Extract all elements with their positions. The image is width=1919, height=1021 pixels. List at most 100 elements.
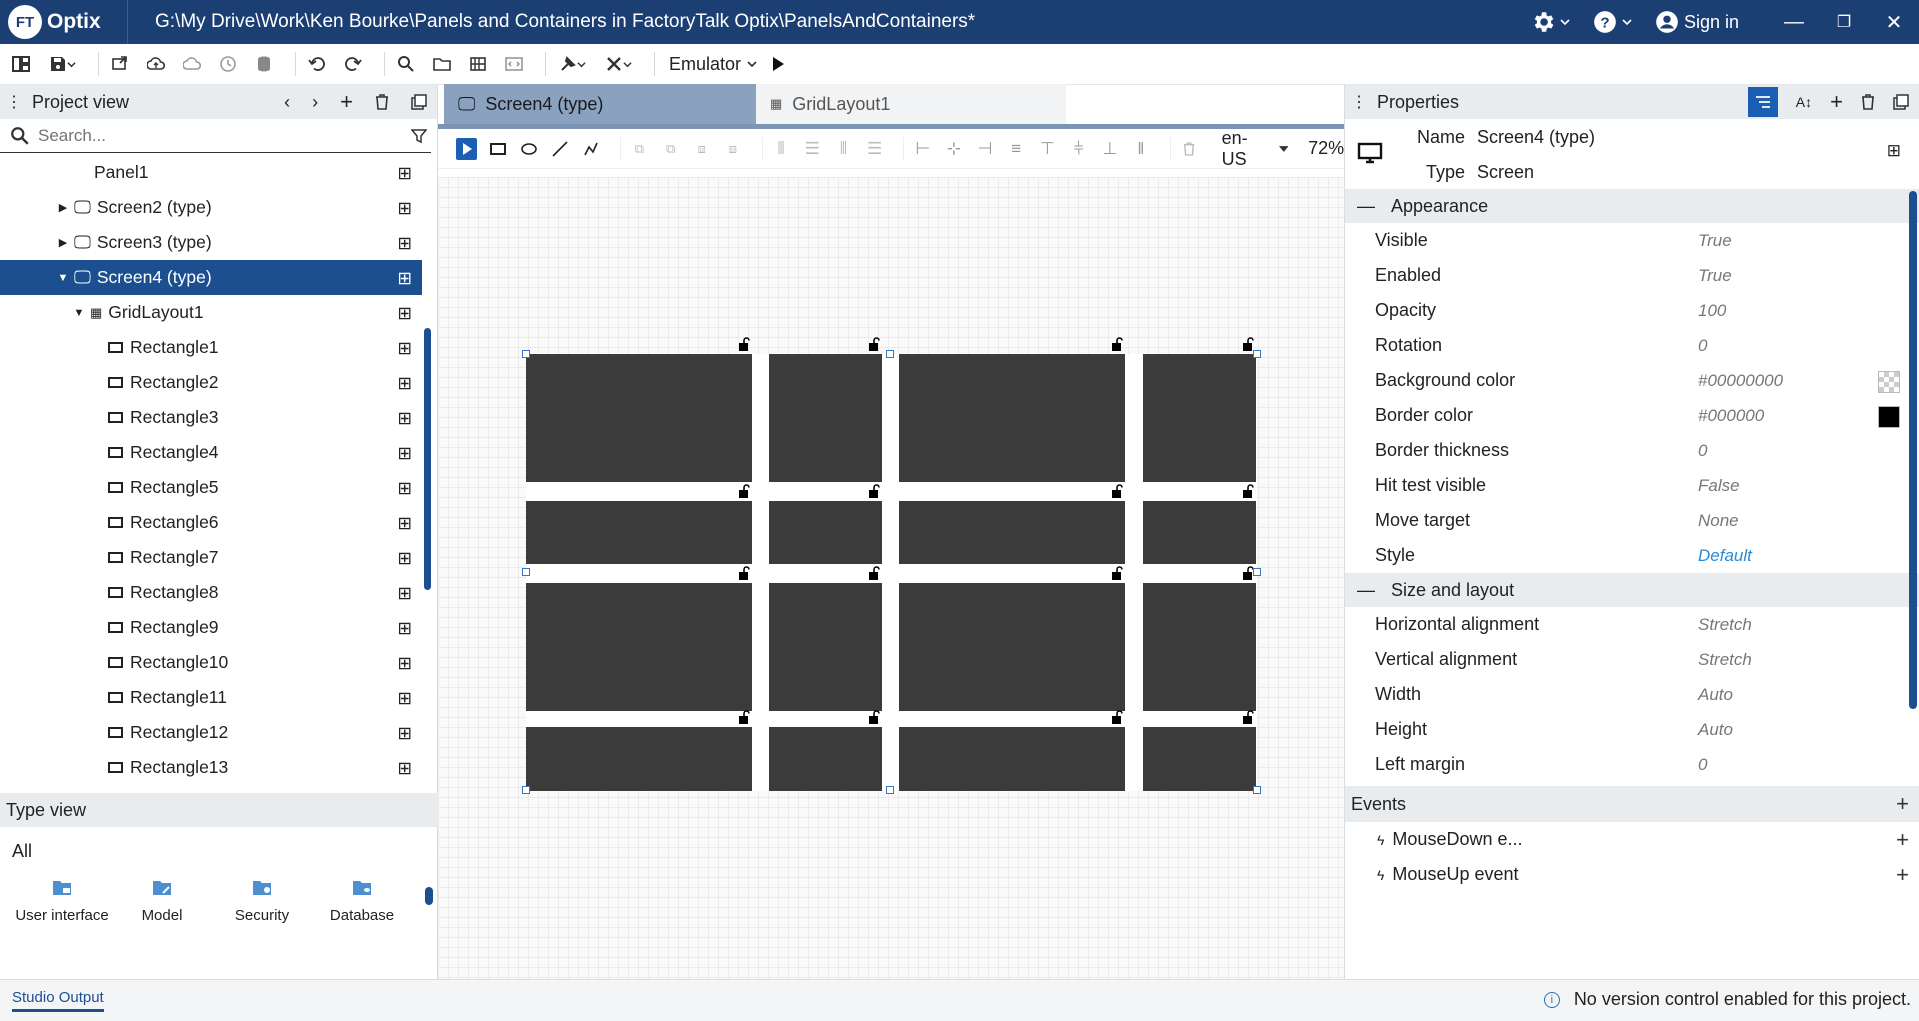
prop-left-margin[interactable]: Left margin 0: [1345, 747, 1919, 782]
categorized-view-button[interactable]: [1747, 87, 1778, 117]
properties-scrollbar[interactable]: [1909, 191, 1917, 709]
filter-icon[interactable]: [411, 128, 427, 144]
close-button[interactable]: ✕: [1869, 10, 1919, 35]
tree-item-rectangle[interactable]: Rectangle11 ⊞: [0, 680, 422, 715]
add-icon[interactable]: +: [1896, 827, 1909, 853]
prop-value[interactable]: True: [1698, 231, 1732, 251]
undock-icon[interactable]: [1893, 94, 1909, 110]
ellipse-tool-button[interactable]: [518, 138, 539, 160]
delete-icon[interactable]: [375, 94, 389, 110]
properties-icon[interactable]: ⊞: [397, 758, 412, 779]
unlock-icon[interactable]: [868, 484, 880, 498]
align-right-button[interactable]: ⊣: [974, 138, 995, 160]
grid-rectangle[interactable]: [1143, 583, 1256, 711]
align-vcenter-button[interactable]: ⫩: [1068, 138, 1089, 160]
undo-button[interactable]: [304, 51, 330, 77]
distribute-v-button[interactable]: ☰: [802, 138, 823, 160]
resize-handle[interactable]: [522, 350, 530, 358]
design-canvas[interactable]: [438, 177, 1344, 979]
ungroup-button[interactable]: ⧉: [660, 138, 681, 160]
code-editor-button[interactable]: [501, 51, 527, 77]
caret-right-icon[interactable]: ▶: [56, 236, 70, 249]
unlock-icon[interactable]: [1242, 710, 1254, 724]
grid-rectangle[interactable]: [899, 583, 1125, 711]
properties-icon[interactable]: ⊞: [397, 303, 412, 324]
sign-in-button[interactable]: Sign in: [1654, 9, 1739, 35]
prop-hit-test-visible[interactable]: Hit test visible False: [1345, 468, 1919, 503]
properties-icon[interactable]: ⊞: [397, 443, 412, 464]
grid-rectangle[interactable]: [899, 354, 1125, 482]
grid-rectangle[interactable]: [526, 727, 752, 791]
tree-item-rectangle[interactable]: Rectangle12 ⊞: [0, 715, 422, 750]
prop-horizontal-alignment[interactable]: Horizontal alignment Stretch: [1345, 607, 1919, 642]
unlock-icon[interactable]: [1111, 710, 1123, 724]
properties-icon[interactable]: ⊞: [397, 233, 412, 254]
group-button[interactable]: ⧉: [629, 138, 650, 160]
prop-width[interactable]: Width Auto: [1345, 677, 1919, 712]
help-menu-button[interactable]: ?: [1592, 9, 1632, 35]
unlock-icon[interactable]: [738, 566, 750, 580]
tree-item-screen3[interactable]: ▶ 🖵 Screen3 (type) ⊞: [0, 225, 422, 260]
tree-item-panel1[interactable]: Panel1 ⊞: [0, 155, 422, 190]
properties-icon[interactable]: ⊞: [397, 548, 412, 569]
locale-dropdown[interactable]: en-US: [1216, 128, 1294, 169]
chevron-left-icon[interactable]: ‹: [284, 92, 290, 113]
add-icon[interactable]: +: [1830, 89, 1843, 115]
tree-item-rectangle[interactable]: Rectangle5 ⊞: [0, 470, 422, 505]
properties-icon[interactable]: ⊞: [397, 163, 412, 184]
settings-menu-button[interactable]: [1530, 9, 1570, 35]
properties-icon[interactable]: ⊞: [397, 338, 412, 359]
caret-down-icon[interactable]: ▼: [56, 272, 70, 284]
align-bottom-button[interactable]: ⊥: [1099, 138, 1120, 160]
grid-layout[interactable]: [522, 337, 1261, 794]
section-appearance[interactable]: — Appearance: [1345, 189, 1919, 223]
download-button[interactable]: [179, 51, 205, 77]
zoom-level[interactable]: 72%: [1308, 138, 1344, 159]
delete-element-button[interactable]: [1178, 138, 1199, 160]
tree-item-rectangle[interactable]: Rectangle2 ⊞: [0, 365, 422, 400]
grid-rectangle[interactable]: [526, 354, 752, 482]
tree-item-screen2[interactable]: ▶ 🖵 Screen2 (type) ⊞: [0, 190, 422, 225]
tree-item-rectangle[interactable]: Rectangle1 ⊞: [0, 330, 422, 365]
tree-item-rectangle[interactable]: Rectangle8 ⊞: [0, 575, 422, 610]
unlock-icon[interactable]: [738, 710, 750, 724]
add-icon[interactable]: +: [340, 89, 353, 115]
build-button[interactable]: [554, 51, 590, 77]
prop-value[interactable]: False: [1698, 476, 1740, 496]
tree-item-screen4[interactable]: ▼ 🖵 Screen4 (type) ⊞: [0, 260, 422, 295]
space-v-button[interactable]: ☰: [864, 138, 885, 160]
event-mousedown[interactable]: ϟ MouseDown e... +: [1345, 822, 1919, 857]
properties-icon[interactable]: ⊞: [397, 478, 412, 499]
unlock-icon[interactable]: [868, 566, 880, 580]
grid-rectangle[interactable]: [1143, 727, 1256, 791]
find-button[interactable]: [393, 51, 419, 77]
tab-gridlayout1[interactable]: ▦ GridLayout1: [756, 84, 1066, 124]
type-security[interactable]: Security: [212, 877, 312, 925]
unlock-icon[interactable]: [1242, 484, 1254, 498]
grid-rectangle[interactable]: [1143, 501, 1256, 564]
properties-icon[interactable]: ⊞: [397, 373, 412, 394]
resize-handle[interactable]: [522, 568, 530, 576]
prop-value[interactable]: 0: [1698, 755, 1707, 775]
prop-value[interactable]: 100: [1698, 301, 1726, 321]
grid-rectangle[interactable]: [769, 501, 882, 564]
resize-handle[interactable]: [522, 786, 530, 794]
sort-az-icon[interactable]: A↕: [1796, 94, 1812, 110]
panel-menu-icon[interactable]: ⋮: [1351, 92, 1367, 112]
align-center-button[interactable]: ⊹: [943, 138, 964, 160]
resize-handle[interactable]: [1253, 786, 1261, 794]
prop-value[interactable]: Stretch: [1698, 650, 1752, 670]
properties-icon[interactable]: ⊞: [1887, 141, 1901, 161]
rectangle-tool-button[interactable]: [487, 138, 508, 160]
emulator-dropdown[interactable]: Emulator: [669, 54, 757, 75]
grid-rectangle[interactable]: [899, 727, 1125, 791]
type-view-filter[interactable]: All: [0, 827, 438, 877]
prop-height[interactable]: Height Auto: [1345, 712, 1919, 747]
upload-button[interactable]: [143, 51, 169, 77]
unlock-icon[interactable]: [1111, 566, 1123, 580]
unlock-icon[interactable]: [868, 710, 880, 724]
prop-value[interactable]: 0: [1698, 441, 1707, 461]
tree-item-rectangle[interactable]: Rectangle9 ⊞: [0, 610, 422, 645]
layout-button[interactable]: [8, 51, 34, 77]
prop-value[interactable]: #000000: [1698, 406, 1764, 426]
